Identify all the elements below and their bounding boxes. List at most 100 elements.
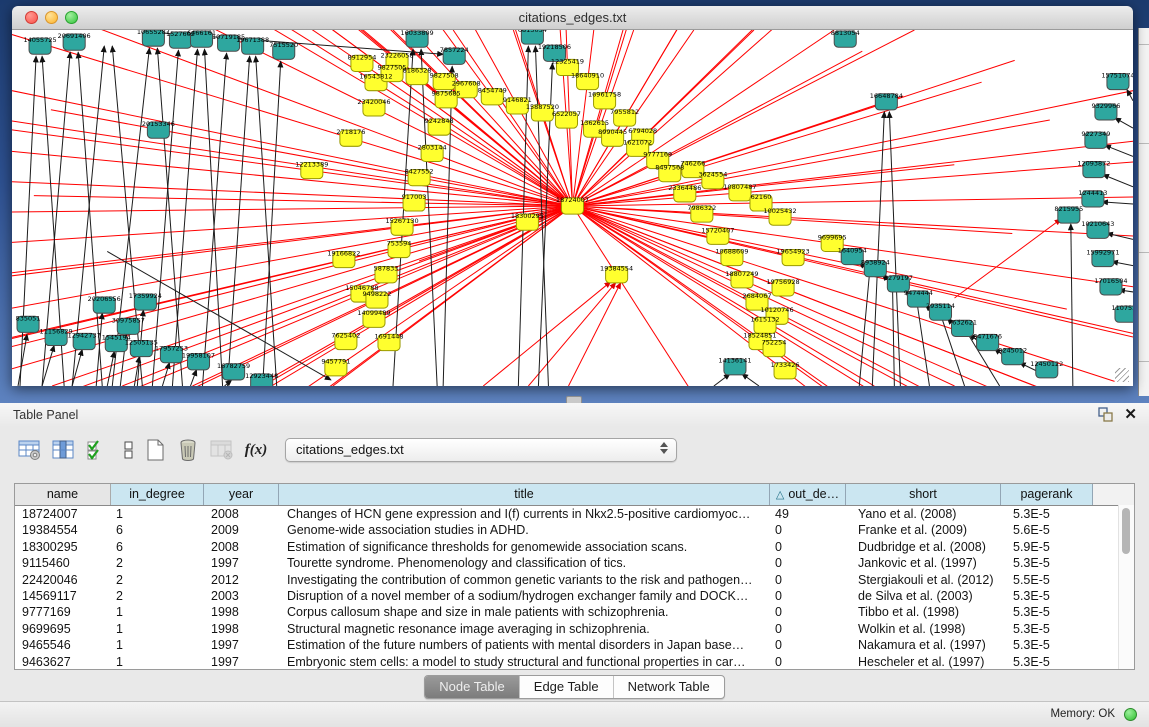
table-cell[interactable]: Disruption of a novel member of a sodium… xyxy=(279,588,770,604)
show-columns-icon[interactable] xyxy=(84,437,110,463)
table-cell[interactable]: 5.3E-5 xyxy=(1001,604,1093,620)
table-cell[interactable]: Franke et al. (2009) xyxy=(846,522,1001,538)
table-cell[interactable]: 6 xyxy=(111,522,204,538)
table-row[interactable]: 911546021997Tourette syndrome. Phenomeno… xyxy=(15,555,1134,571)
table-cell[interactable]: 1998 xyxy=(204,604,279,620)
table-cell[interactable]: 0 xyxy=(770,637,846,653)
table-cell[interactable]: 5.9E-5 xyxy=(1001,539,1093,555)
float-window-icon[interactable] xyxy=(1098,407,1113,422)
table-cell[interactable]: 1997 xyxy=(204,637,279,653)
column-select-icon[interactable] xyxy=(50,437,76,463)
table-cell[interactable]: 2008 xyxy=(204,506,279,522)
table-cell[interactable]: Changes of HCN gene expression and I(f) … xyxy=(279,506,770,522)
table-row[interactable]: 2242004622012Investigating the contribut… xyxy=(15,572,1134,588)
resize-grip-icon[interactable] xyxy=(1115,368,1129,382)
minimize-window-button[interactable] xyxy=(45,11,58,24)
table-cell[interactable]: 1998 xyxy=(204,621,279,637)
table-cell[interactable]: Corpus callosum shape and size in male p… xyxy=(279,604,770,620)
zoom-window-button[interactable] xyxy=(65,11,78,24)
table-cell[interactable]: Nakamura et al. (1997) xyxy=(846,637,1001,653)
table-cell[interactable]: 9465546 xyxy=(15,637,111,653)
table-cell[interactable]: 22420046 xyxy=(15,572,111,588)
table-cell[interactable]: Jankovic et al. (1997) xyxy=(846,555,1001,571)
delete-table-icon[interactable] xyxy=(175,437,201,463)
table-cell[interactable]: 1 xyxy=(111,506,204,522)
table-cell[interactable]: Tibbo et al. (1998) xyxy=(846,604,1001,620)
column-header-in_degree[interactable]: in_degree xyxy=(111,484,204,505)
function-builder-icon[interactable]: f(x) xyxy=(243,437,269,463)
table-cell[interactable]: Estimation of the future numbers of pati… xyxy=(279,637,770,653)
table-cell[interactable]: Wolkin et al. (1998) xyxy=(846,621,1001,637)
network-window[interactable]: citations_edges.txt 18724007842755212213… xyxy=(12,6,1133,386)
table-cell[interactable]: 19384554 xyxy=(15,522,111,538)
table-cell[interactable]: Dudbridge et al. (2008) xyxy=(846,539,1001,555)
table-cell[interactable]: Stergiakouli et al. (2012) xyxy=(846,572,1001,588)
tab-node-table[interactable]: Node Table xyxy=(425,676,519,698)
table-cell[interactable]: 0 xyxy=(770,572,846,588)
table-cell[interactable]: 14569117 xyxy=(15,588,111,604)
table-cell[interactable]: Yano et al. (2008) xyxy=(846,506,1001,522)
table-cell[interactable]: 2 xyxy=(111,588,204,604)
table-cell[interactable]: 5.3E-5 xyxy=(1001,555,1093,571)
table-cell[interactable]: 2008 xyxy=(204,539,279,555)
table-cell[interactable]: 1997 xyxy=(204,654,279,670)
network-window-titlebar[interactable]: citations_edges.txt xyxy=(12,6,1133,30)
table-cell[interactable]: 2 xyxy=(111,555,204,571)
table-cell[interactable]: Estimation of significance thresholds fo… xyxy=(279,539,770,555)
table-cell[interactable]: Structural magnetic resonance image aver… xyxy=(279,621,770,637)
table-cell[interactable]: 2009 xyxy=(204,522,279,538)
table-cell[interactable]: 0 xyxy=(770,522,846,538)
table-cell[interactable]: 0 xyxy=(770,539,846,555)
network-canvas[interactable]: 1872400784275521221338927181762342004616… xyxy=(12,30,1133,386)
table-cell[interactable]: Hescheler et al. (1997) xyxy=(846,654,1001,670)
tab-network-table[interactable]: Network Table xyxy=(613,676,724,698)
table-cell[interactable]: 9115460 xyxy=(15,555,111,571)
table-cell[interactable]: 5.3E-5 xyxy=(1001,506,1093,522)
table-cell[interactable]: 1997 xyxy=(204,555,279,571)
table-cell[interactable]: Embryonic stem cells: a model to study s… xyxy=(279,654,770,670)
table-cell[interactable]: 1 xyxy=(111,621,204,637)
table-cell[interactable]: 2012 xyxy=(204,572,279,588)
table-cell[interactable]: 5.5E-5 xyxy=(1001,572,1093,588)
table-cell[interactable]: 9777169 xyxy=(15,604,111,620)
table-row[interactable]: 946554611997Estimation of the future num… xyxy=(15,637,1134,653)
column-header-short[interactable]: short xyxy=(846,484,1001,505)
table-cell[interactable]: 9699695 xyxy=(15,621,111,637)
table-cell[interactable]: 0 xyxy=(770,604,846,620)
scrollbar-thumb[interactable] xyxy=(1122,508,1130,554)
table-cell[interactable]: Investigating the contribution of common… xyxy=(279,572,770,588)
table-cell[interactable]: 5.3E-5 xyxy=(1001,621,1093,637)
table-cell[interactable]: 0 xyxy=(770,555,846,571)
table-cell[interactable]: 5.3E-5 xyxy=(1001,654,1093,670)
table-cell[interactable]: de Silva et al. (2003) xyxy=(846,588,1001,604)
close-panel-icon[interactable]: ✕ xyxy=(1124,405,1137,423)
table-body[interactable]: 1872400712008Changes of HCN gene express… xyxy=(15,506,1134,670)
table-cell[interactable]: Tourette syndrome. Phenomenology and cla… xyxy=(279,555,770,571)
table-cell[interactable]: 18300295 xyxy=(15,539,111,555)
table-cell[interactable]: 0 xyxy=(770,588,846,604)
table-row[interactable]: 1872400712008Changes of HCN gene express… xyxy=(15,506,1134,522)
table-cell[interactable]: 9463627 xyxy=(15,654,111,670)
table-row[interactable]: 1830029562008Estimation of significance … xyxy=(15,539,1134,555)
tab-edge-table[interactable]: Edge Table xyxy=(519,676,613,698)
table-row[interactable]: 946362711997Embryonic stem cells: a mode… xyxy=(15,654,1134,670)
column-header-year[interactable]: year xyxy=(204,484,279,505)
table-cell[interactable]: 6 xyxy=(111,539,204,555)
column-header-title[interactable]: title xyxy=(279,484,770,505)
table-selector-dropdown[interactable]: citations_edges.txt xyxy=(285,438,677,462)
table-cell[interactable]: 0 xyxy=(770,621,846,637)
table-cell[interactable]: 1 xyxy=(111,654,204,670)
close-window-button[interactable] xyxy=(25,11,38,24)
column-header-out_de[interactable]: △out_de… xyxy=(770,484,846,505)
table-row[interactable]: 969969511998Structural magnetic resonanc… xyxy=(15,621,1134,637)
column-header-pagerank[interactable]: pagerank xyxy=(1001,484,1093,505)
table-row[interactable]: 1456911722003Disruption of a novel membe… xyxy=(15,588,1134,604)
column-header-name[interactable]: name xyxy=(15,484,111,505)
table-cell[interactable]: 5.3E-5 xyxy=(1001,588,1093,604)
table-cell[interactable]: 5.3E-5 xyxy=(1001,637,1093,653)
table-settings-icon[interactable] xyxy=(16,437,42,463)
table-row[interactable]: 977716911998Corpus callosum shape and si… xyxy=(15,604,1134,620)
table-cell[interactable]: 2 xyxy=(111,572,204,588)
table-cell[interactable]: 2003 xyxy=(204,588,279,604)
new-table-icon[interactable] xyxy=(142,437,168,463)
